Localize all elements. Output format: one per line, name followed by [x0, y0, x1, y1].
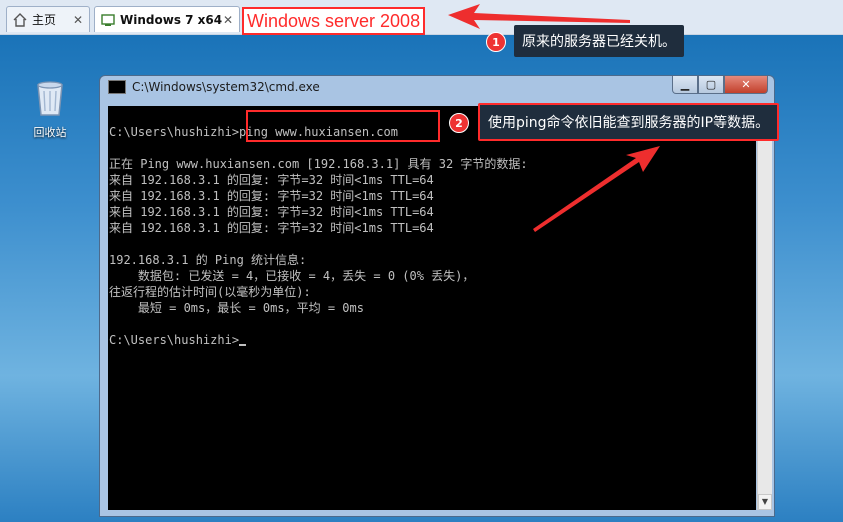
callout-2: 使用ping命令依旧能查到服务器的IP等数据。	[478, 103, 780, 141]
console-prompt-line: C:\Users\hushizhi>	[109, 332, 756, 348]
scroll-down-icon[interactable]: ▼	[758, 494, 772, 510]
tab-home[interactable]: 主页 ✕	[6, 6, 90, 32]
console-line: 192.168.3.1 的 Ping 统计信息:	[109, 253, 307, 267]
window-controls: ▁ ▢ ✕	[672, 76, 768, 94]
home-icon	[13, 12, 27, 27]
cmd-icon	[108, 80, 126, 94]
tab-windows7-label: Windows 7 x64	[120, 12, 223, 27]
close-icon[interactable]: ✕	[223, 13, 233, 27]
callout-1-number: 1	[486, 32, 506, 52]
callout-2-number: 2	[449, 113, 469, 133]
window-title: C:\Windows\system32\cmd.exe	[108, 80, 320, 94]
console-prompt: C:\Users\hushizhi>	[109, 333, 240, 347]
window-title-text: C:\Windows\system32\cmd.exe	[132, 80, 320, 94]
close-icon[interactable]: ✕	[73, 13, 83, 27]
close-button[interactable]: ✕	[724, 76, 768, 94]
annotation-title-box: Windows server 2008	[242, 7, 426, 35]
console-line: 往返行程的估计时间(以毫秒为单位):	[109, 285, 311, 299]
recycle-bin-label: 回收站	[33, 126, 67, 139]
recycle-bin[interactable]: 回收站	[22, 77, 78, 140]
tab-strip: 主页 ✕ Windows 7 x64 ✕ Windows server 2008	[0, 0, 843, 35]
text-cursor	[239, 344, 247, 346]
console-line: 最短 = 0ms，最长 = 0ms，平均 = 0ms	[109, 301, 364, 315]
tab-windows7[interactable]: Windows 7 x64 ✕	[94, 6, 240, 32]
annotation-arrow-2	[533, 146, 660, 232]
callout-1: 原来的服务器已经关机。	[514, 25, 684, 57]
annotation-command-box	[246, 110, 440, 142]
minimize-button[interactable]: ▁	[672, 76, 698, 94]
recycle-bin-icon	[37, 81, 63, 116]
tab-home-label: 主页	[32, 13, 57, 27]
console-line: 数据包: 已发送 = 4，已接收 = 4，丢失 = 0 (0% 丢失)，	[109, 269, 475, 283]
vm-icon	[101, 13, 115, 26]
vertical-scrollbar[interactable]: ▲ ▼	[757, 106, 772, 510]
maximize-button[interactable]: ▢	[698, 76, 724, 94]
